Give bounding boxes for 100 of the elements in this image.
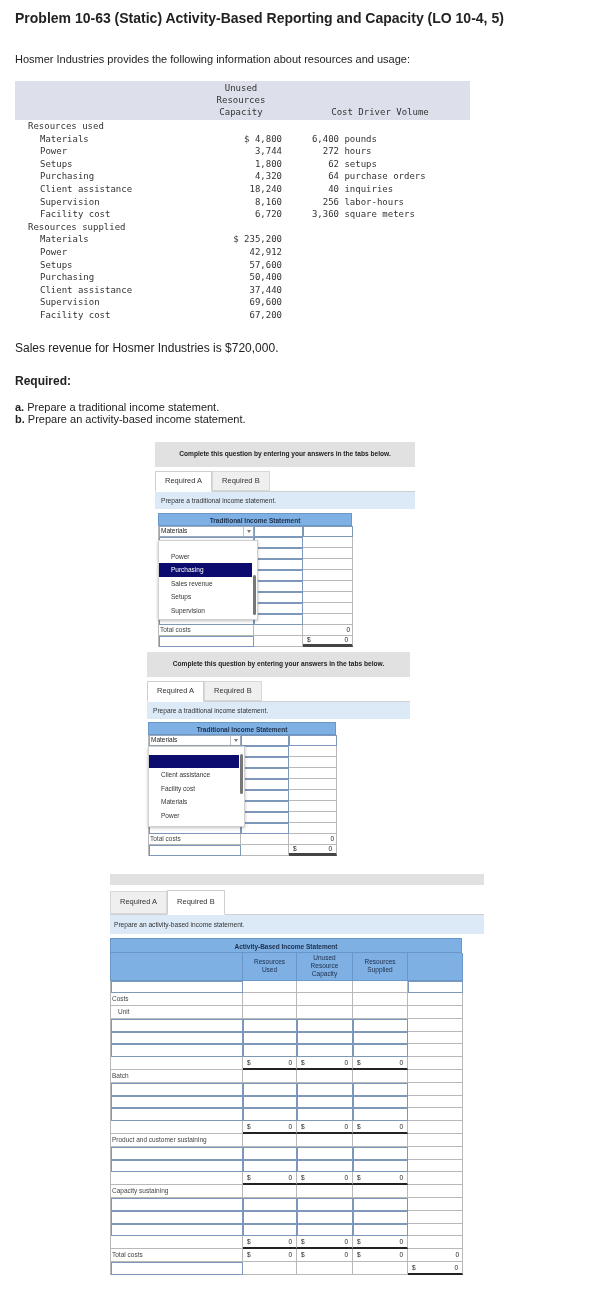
row-label: Setups: [40, 158, 73, 169]
table-cell: [303, 613, 353, 625]
table-cell: 42,912: [249, 246, 282, 257]
row-label: Supervision: [40, 297, 100, 308]
table-cell: [303, 569, 353, 581]
table-cell: [289, 800, 337, 812]
table-cell-text: 3,360 square meters: [310, 209, 415, 220]
table-cell-text: 40 inquiries: [327, 183, 394, 194]
table-cell-text: 62 setups: [327, 158, 377, 169]
table-cell: [303, 547, 353, 559]
table-cell: [303, 602, 353, 614]
input-field[interactable]: [159, 635, 254, 647]
requirement-text: a. Prepare a traditional income statement.: [15, 400, 221, 413]
table-cell: 18,240: [249, 183, 282, 194]
table-cell: 67,200: [249, 309, 282, 320]
table-cell: [254, 624, 303, 636]
row-label: Power: [40, 246, 68, 257]
table-cell: [408, 993, 463, 1007]
scrollbar: [240, 753, 243, 794]
input-field[interactable]: [353, 1044, 408, 1058]
table-cell: 37,440: [249, 284, 282, 295]
table-cell: [303, 558, 353, 570]
table-cell: 6,720: [254, 209, 282, 220]
caret-icon: [246, 529, 251, 533]
row-label: Purchasing: [40, 272, 95, 283]
table-cell: [353, 1006, 408, 1019]
row-label: Facility cost: [40, 209, 111, 220]
row-label: Setups: [40, 259, 73, 270]
table-cell: [289, 756, 337, 768]
table-cell-text: 6,400 pounds: [310, 133, 377, 144]
row-label: Resources used: [28, 121, 104, 131]
table-cell: [289, 822, 337, 834]
input-field[interactable]: [149, 844, 241, 856]
intro-text: Hosmer Industries provides the following information about resources and usage:: [15, 53, 411, 66]
input-field[interactable]: [297, 1044, 353, 1058]
row-label: Supervision: [40, 196, 100, 207]
input-field[interactable]: [111, 1108, 243, 1122]
row-label: Resources supplied: [28, 221, 126, 232]
header-cell: [408, 952, 463, 981]
input-field[interactable]: [111, 1044, 243, 1058]
table-cell-text: 256 labor-hours: [321, 196, 405, 207]
table-cell: 4,320: [254, 171, 282, 182]
table-cell: [241, 833, 289, 845]
table-cell: [289, 789, 337, 801]
input-field[interactable]: [254, 536, 303, 548]
row-label: Purchasing: [40, 171, 95, 182]
sales-note: Sales revenue for Hosmer Industries is $720,000.: [15, 341, 280, 355]
table-cell: $ 4,800: [244, 133, 282, 144]
input-field[interactable]: [353, 1198, 408, 1211]
row-label: Materials: [40, 234, 89, 245]
table-cell: 8,160: [254, 196, 282, 207]
row-label: Facility cost: [40, 309, 111, 320]
table-cell: [303, 580, 353, 592]
input-field[interactable]: [241, 822, 289, 834]
input-field[interactable]: [243, 1108, 297, 1122]
table-cell: [303, 591, 353, 603]
row-label: Power: [40, 146, 68, 157]
row-label: Client assistance: [40, 183, 133, 194]
table-cell: [408, 1070, 463, 1083]
table-cell: [408, 1185, 463, 1199]
table-cell: [408, 1044, 463, 1058]
input-field[interactable]: [297, 1198, 353, 1211]
input-field[interactable]: [289, 734, 337, 746]
input-field[interactable]: [303, 525, 353, 537]
table-cell: [243, 1006, 297, 1019]
input-field[interactable]: [241, 734, 289, 746]
input-field[interactable]: [243, 1198, 297, 1211]
table-cell: [297, 993, 353, 1007]
table-cell: 1,800: [254, 158, 282, 169]
table-cell: 50,400: [249, 272, 282, 283]
row-label: Materials: [40, 133, 89, 144]
caret-icon: [233, 738, 238, 742]
input-field[interactable]: [243, 1044, 297, 1058]
input-field[interactable]: [111, 1198, 243, 1211]
table-cell: [243, 993, 297, 1007]
table-cell: [303, 536, 353, 548]
column-header: Unused Resources Capacity: [215, 82, 267, 118]
table-cell: [408, 1108, 463, 1122]
table-cell: 57,600: [249, 259, 282, 270]
section-heading: Required:: [15, 374, 72, 388]
table-cell: $ 235,200: [233, 234, 282, 245]
table-cell: [289, 745, 337, 757]
table-cell: 69,600: [249, 297, 282, 308]
table-cell: 3,744: [254, 146, 282, 157]
input-field[interactable]: [254, 525, 303, 537]
dropdown-option[interactable]: [149, 754, 239, 768]
input-field[interactable]: [353, 1108, 408, 1122]
page-title: Problem 10-63 (Static) Activity-Based Reporting and Capacity (LO 10-4, 5): [15, 9, 505, 27]
scrollbar: [253, 574, 256, 615]
column-header: Cost Driver Volume: [330, 106, 430, 118]
table-cell: [289, 778, 337, 790]
table-cell: [289, 767, 337, 779]
input-field[interactable]: [297, 1108, 353, 1122]
input-field[interactable]: [254, 613, 303, 625]
table-cell: [289, 811, 337, 823]
row-label: Client assistance: [40, 284, 133, 295]
requirement-text: b. Prepare an activity-based income statement.: [15, 412, 247, 425]
input-field[interactable]: [111, 1262, 243, 1275]
table-cell: [408, 1006, 463, 1019]
table-cell-text: 272 hours: [321, 146, 372, 157]
